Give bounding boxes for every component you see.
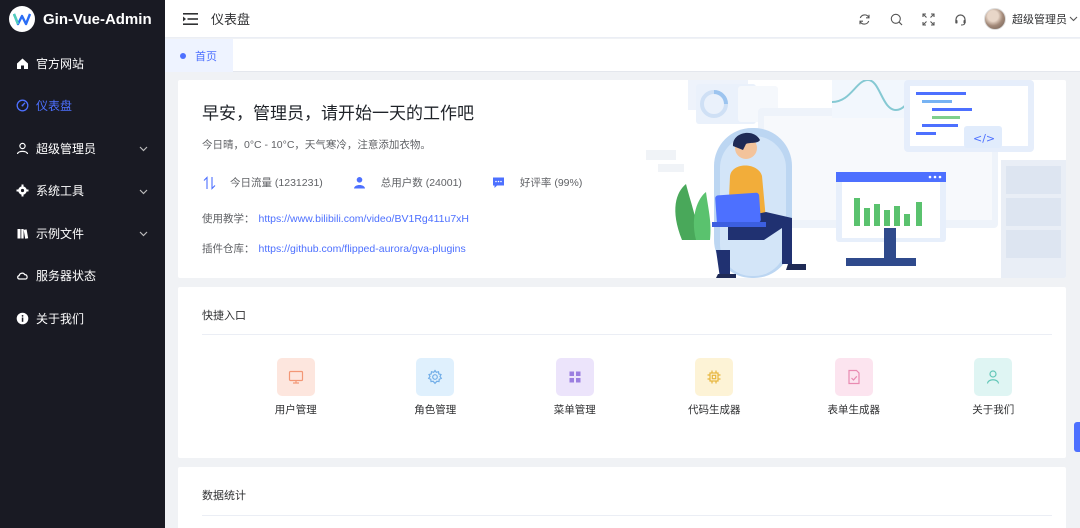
shortcut-about-us[interactable]: 关于我们 [924,358,1064,417]
chevron-down-icon [139,184,148,198]
tab-home[interactable]: 首页 [165,39,233,72]
tab-bar: 首页 [165,39,1080,72]
dashboard-icon [16,99,29,112]
data-statistics-title: 数据统计 [202,490,246,502]
gva-logo-icon [9,6,35,32]
sidebar-item-label: 系统工具 [36,184,85,199]
sidebar-item-label: 官方网站 [36,56,85,71]
shortcut-list: 用户管理 角色管理 菜单管理 代码生成器 表单生成器 关于我们 [226,358,1063,417]
tutorial-row: 使用教学： https://www.bilibili.com/video/BV1R… [202,211,469,226]
greeting-title: 早安，管理员，请开始一天的工作吧 [202,104,474,123]
active-dot-icon [180,52,186,59]
plugins-row: 插件仓库： https://github.com/flipped-aurora/g… [202,241,466,256]
grid-icon [555,358,594,396]
sidebar: Gin-Vue-Admin 官方网站 仪表盘 超级管理员 系统工具 示例文件 服… [0,0,165,528]
gear-icon [416,358,455,396]
sidebar-menu: 官方网站 仪表盘 超级管理员 系统工具 示例文件 服务器状态 关于我们 [0,42,165,340]
users-icon [353,176,367,190]
form-check-icon [834,358,873,396]
user-name[interactable]: 超级管理员 [1012,11,1067,27]
shortcut-label: 代码生成器 [688,404,741,416]
header-actions: 超级管理员 [848,0,1080,38]
weather-text: 今日晴，0°C - 10°C，天气寒冷，注意添加衣物。 [202,139,431,151]
stat-rating: 好评率 (99%) [492,175,582,190]
shortcut-label: 关于我们 [972,404,1015,416]
sidebar-item-super-admin[interactable]: 超级管理员 [0,127,165,170]
chevron-down-icon [139,141,148,155]
info-icon [16,312,29,325]
shortcut-user-management[interactable]: 用户管理 [226,358,366,417]
sidebar-item-about[interactable]: 关于我们 [0,297,165,340]
quick-entry-card: 快捷入口 用户管理 角色管理 菜单管理 代码生成器 表单生成器 关于我们 [178,287,1066,458]
svg-text:</>: </> [973,132,995,145]
divider [202,515,1052,516]
shortcut-role-management[interactable]: 角色管理 [366,358,506,417]
menu-collapse-icon[interactable] [183,12,199,26]
welcome-card: 早安，管理员，请开始一天的工作吧 今日晴，0°C - 10°C，天气寒冷，注意添… [178,80,1066,278]
shortcut-form-generator[interactable]: 表单生成器 [784,358,924,417]
comment-icon [492,176,506,190]
stats-row: 今日流量 (1231231) 总用户数 (24001) 好评率 (99%) [202,175,612,190]
user-icon [974,358,1013,396]
logo-row[interactable]: Gin-Vue-Admin [0,0,165,38]
sidebar-item-label: 超级管理员 [36,141,97,156]
data-statistics-card: 数据统计 [178,467,1066,528]
gear-icon [16,184,29,197]
stat-traffic: 今日流量 (1231231) [202,175,323,190]
chip-icon [695,358,734,396]
avatar[interactable] [984,8,1006,30]
user-icon [16,142,29,155]
chevron-down-icon[interactable] [1069,16,1078,22]
sidebar-item-label: 仪表盘 [36,99,73,114]
sidebar-item-label: 关于我们 [36,311,85,326]
headset-icon[interactable] [944,0,976,38]
sidebar-item-label: 示例文件 [36,226,85,241]
divider [202,334,1052,335]
home-icon [16,57,29,70]
stat-users: 总用户数 (24001) [353,175,462,190]
cloud-icon [16,269,29,282]
sidebar-item-server-status[interactable]: 服务器状态 [0,255,165,298]
top-header: 仪表盘 超级管理员 [165,0,1080,38]
sidebar-item-official-site[interactable]: 官方网站 [0,42,165,85]
refresh-icon[interactable] [848,0,880,38]
sidebar-item-example-files[interactable]: 示例文件 [0,212,165,255]
fullscreen-icon[interactable] [912,0,944,38]
stat-label: 好评率 (99%) [519,177,583,189]
search-icon[interactable] [880,0,912,38]
plugins-link[interactable]: https://github.com/flipped-aurora/gva-pl… [259,243,466,255]
tab-label: 首页 [195,50,217,63]
quick-entry-title: 快捷入口 [202,310,246,322]
dashboard-illustration: </> [646,80,1066,278]
tutorial-link[interactable]: https://www.bilibili.com/video/BV1Rg411u… [259,213,470,225]
plugins-label: 插件仓库： [202,243,255,255]
tutorial-label: 使用教学： [202,213,255,225]
sidebar-item-dashboard[interactable]: 仪表盘 [0,85,165,128]
shortcut-label: 菜单管理 [553,404,596,416]
shortcut-code-generator[interactable]: 代码生成器 [645,358,785,417]
shortcut-menu-management[interactable]: 菜单管理 [505,358,645,417]
folder-icon [16,227,29,240]
side-drawer-handle[interactable] [1074,422,1080,452]
chevron-down-icon [139,226,148,240]
shortcut-label: 表单生成器 [827,404,881,416]
app-title: Gin-Vue-Admin [43,10,152,28]
shortcut-label: 角色管理 [414,404,457,416]
sidebar-item-label: 服务器状态 [36,269,97,284]
stat-label: 总用户数 (24001) [380,177,462,189]
sidebar-item-system-tools[interactable]: 系统工具 [0,170,165,213]
traffic-icon [202,175,216,190]
monitor-icon [276,358,315,396]
shortcut-label: 用户管理 [274,404,317,416]
breadcrumb-title: 仪表盘 [211,12,251,27]
stat-label: 今日流量 (1231231) [230,177,323,189]
